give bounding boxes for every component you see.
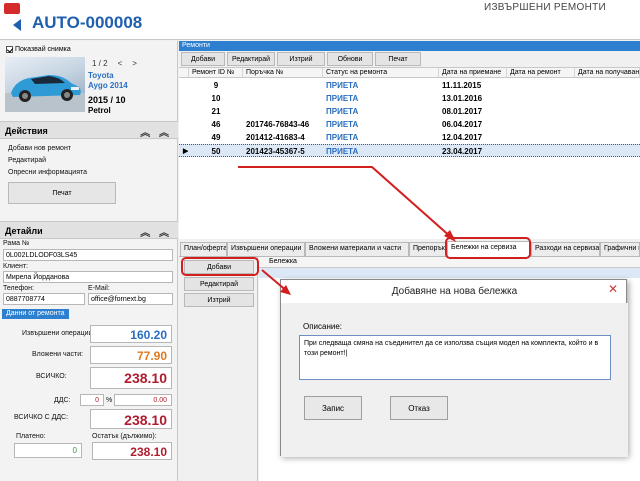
annotation-arrows (238, 166, 456, 295)
